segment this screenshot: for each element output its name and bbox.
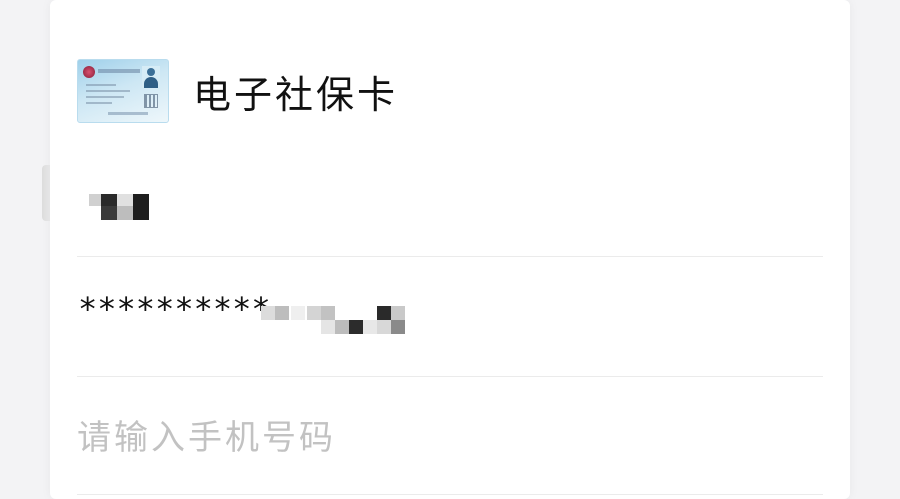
- divider: [77, 256, 823, 257]
- name-field[interactable]: [77, 176, 823, 236]
- divider: [77, 376, 823, 377]
- phone-number-input[interactable]: [77, 416, 677, 460]
- phone-field[interactable]: [77, 404, 823, 474]
- id-number-masked-prefix: **********: [78, 290, 271, 328]
- card-header: 电子社保卡: [77, 56, 398, 126]
- page-title: 电子社保卡: [193, 72, 399, 117]
- social-security-card-icon: [77, 59, 169, 123]
- social-security-form-card: 电子社保卡 **********: [50, 0, 850, 499]
- id-number-field[interactable]: **********: [77, 288, 823, 348]
- divider: [77, 494, 823, 495]
